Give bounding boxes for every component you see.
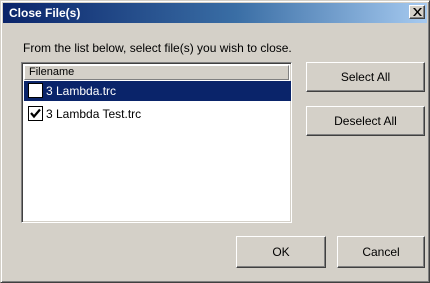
close-button[interactable] xyxy=(409,5,425,19)
title-bar: Close File(s) xyxy=(3,3,427,23)
close-files-dialog: Close File(s) From the list below, selec… xyxy=(0,0,430,283)
cancel-label: Cancel xyxy=(362,245,400,259)
file-list[interactable]: Filename 3 Lambda.trc 3 Lambda Test.trc xyxy=(21,62,292,223)
ok-label: OK xyxy=(272,245,290,259)
instruction-text: From the list below, select file(s) you … xyxy=(23,41,292,55)
column-header-filename[interactable]: Filename xyxy=(24,65,289,80)
file-name: 3 Lambda.trc xyxy=(46,84,117,98)
file-checkbox[interactable] xyxy=(28,106,43,121)
checkmark-icon xyxy=(30,108,41,119)
column-header-label: Filename xyxy=(29,66,75,78)
cancel-button[interactable]: Cancel xyxy=(337,236,425,268)
file-name: 3 Lambda Test.trc xyxy=(46,107,142,121)
select-all-label: Select All xyxy=(340,70,391,84)
ok-button[interactable]: OK xyxy=(236,236,326,268)
deselect-all-label: Deselect All xyxy=(334,114,397,128)
dialog-title: Close File(s) xyxy=(9,6,81,20)
file-checkbox[interactable] xyxy=(28,83,43,98)
deselect-all-button[interactable]: Deselect All xyxy=(306,106,425,136)
close-icon xyxy=(413,8,422,16)
list-item[interactable]: 3 Lambda.trc xyxy=(24,81,291,101)
list-item[interactable]: 3 Lambda Test.trc xyxy=(24,104,291,124)
select-all-button[interactable]: Select All xyxy=(306,62,425,92)
